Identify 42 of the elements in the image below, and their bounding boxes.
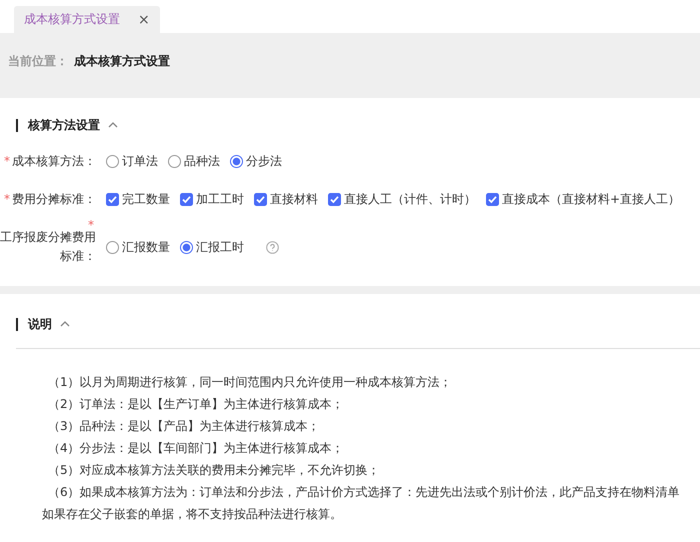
required-mark: * [88,217,94,232]
radio-button[interactable] [106,240,119,254]
option-label: 订单法 [122,153,158,170]
breadcrumb-label: 当前位置： [8,53,68,70]
radio-button[interactable] [106,155,119,168]
checkbox[interactable] [328,193,341,206]
collapse-icon[interactable] [60,321,70,327]
radio-button[interactable] [230,155,243,168]
section-title: 核算方法设置 [28,116,100,134]
required-mark: * [4,154,10,168]
note-text: （1）以月为周期进行核算，同一时间范围内只允许使用一种成本核算方法； [47,374,453,391]
note-text: （3）品种法：是以【产品】为主体进行核算成本； [47,418,321,435]
field-label: 成本核算方法： [12,153,96,170]
close-icon[interactable]: × [138,12,150,28]
option-label: 汇报数量 [122,238,170,256]
option-label: 直接人工（计件、计时） [344,191,476,208]
breadcrumb-current: 成本核算方式设置 [74,53,170,70]
option-label: 直接材料 [270,191,318,208]
checkbox[interactable] [180,193,193,206]
option-label: 汇报工时 [196,238,244,256]
note-text: （4）分步法：是以【车间部门】为主体进行核算成本； [47,440,345,457]
checkbox[interactable] [486,193,499,206]
section-title: 说明 [28,316,52,332]
note-text: 如果存在父子嵌套的单据，将不支持按品种法进行核算。 [42,506,343,523]
field-label: 费用分摊标准： [12,191,96,208]
radio-button[interactable] [180,240,193,254]
collapse-icon[interactable] [108,122,118,128]
required-mark: * [4,192,10,206]
help-icon[interactable] [266,240,279,254]
checkbox[interactable] [106,193,119,206]
option-label: 品种法 [184,153,220,170]
page-tab[interactable]: 成本核算方式设置 × [14,6,160,33]
option-label: 直接成本（直接材料+直接人工） [502,191,680,208]
option-label: 完工数量 [122,191,170,208]
option-label: 分步法 [246,153,282,170]
radio-button[interactable] [168,155,181,168]
note-text: （2）订单法：是以【生产订单】为主体进行核算成本； [47,396,345,413]
field-label: 工序报废分摊费用标准： [0,229,96,265]
checkbox[interactable] [254,193,267,206]
option-label: 加工工时 [196,191,244,208]
note-text: （6）如果成本核算方法为：订单法和分步法，产品计价方式选择了：先进先出法或个别计价法，此产品支持在物料清单 [47,484,681,501]
note-text: （5）对应成本核算方法关联的费用未分摊完毕，不允许切换； [47,462,381,479]
